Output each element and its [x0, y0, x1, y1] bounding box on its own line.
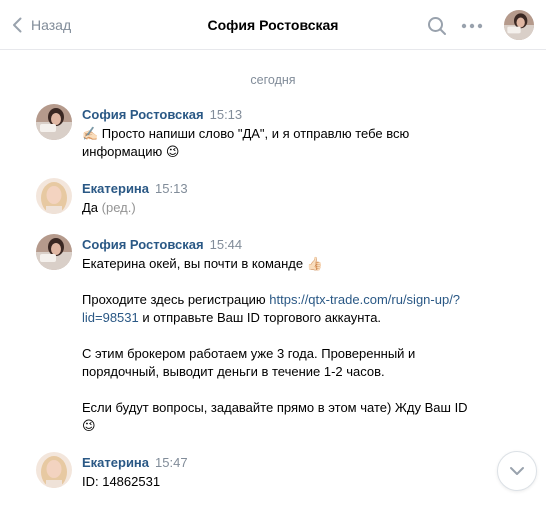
message-time: 15:47: [155, 455, 188, 470]
avatar[interactable]: [36, 452, 72, 488]
message-time: 15:13: [209, 107, 243, 122]
avatar[interactable]: [36, 104, 72, 140]
scroll-down-button[interactable]: [497, 451, 537, 491]
message-time: 15:13: [155, 181, 188, 196]
message-paragraph: Если будут вопросы, задавайте прямо в эт…: [82, 400, 468, 433]
message-text: Да: [82, 200, 99, 215]
message-time: 15:44: [209, 237, 243, 252]
paragraph-text: Проходите здесь регистрацию: [82, 292, 270, 307]
message-author[interactable]: София Ростовская: [82, 107, 204, 122]
more-horizontal-icon[interactable]: [460, 16, 484, 36]
message-author[interactable]: София Ростовская: [82, 237, 204, 252]
message-author[interactable]: Екатерина: [82, 455, 149, 470]
edited-label: (ред.): [101, 200, 136, 215]
avatar[interactable]: [36, 234, 72, 270]
header-avatar[interactable]: [504, 10, 534, 40]
search-icon[interactable]: [427, 16, 447, 36]
message-author[interactable]: Екатерина: [82, 181, 149, 196]
date-separator: сегодня: [250, 73, 296, 87]
chevron-down-icon: [510, 467, 524, 475]
message-paragraph: Екатерина окей, вы почти в команде 👍🏻: [82, 256, 323, 271]
avatar[interactable]: [36, 178, 72, 214]
chat-header: Назад София Ростовская: [0, 0, 546, 50]
paragraph-text: и отправьте Ваш ID торгового аккаунта.: [138, 310, 382, 325]
message-text: ✍🏻 Просто напиши слово "ДА", и я отправл…: [82, 126, 410, 159]
message-paragraph: С этим брокером работаем уже 3 года. Про…: [82, 346, 416, 379]
message-paragraph: Проходите здесь регистрацию https://qtx-…: [82, 291, 482, 327]
message-text: ID: 14862531: [82, 474, 161, 489]
